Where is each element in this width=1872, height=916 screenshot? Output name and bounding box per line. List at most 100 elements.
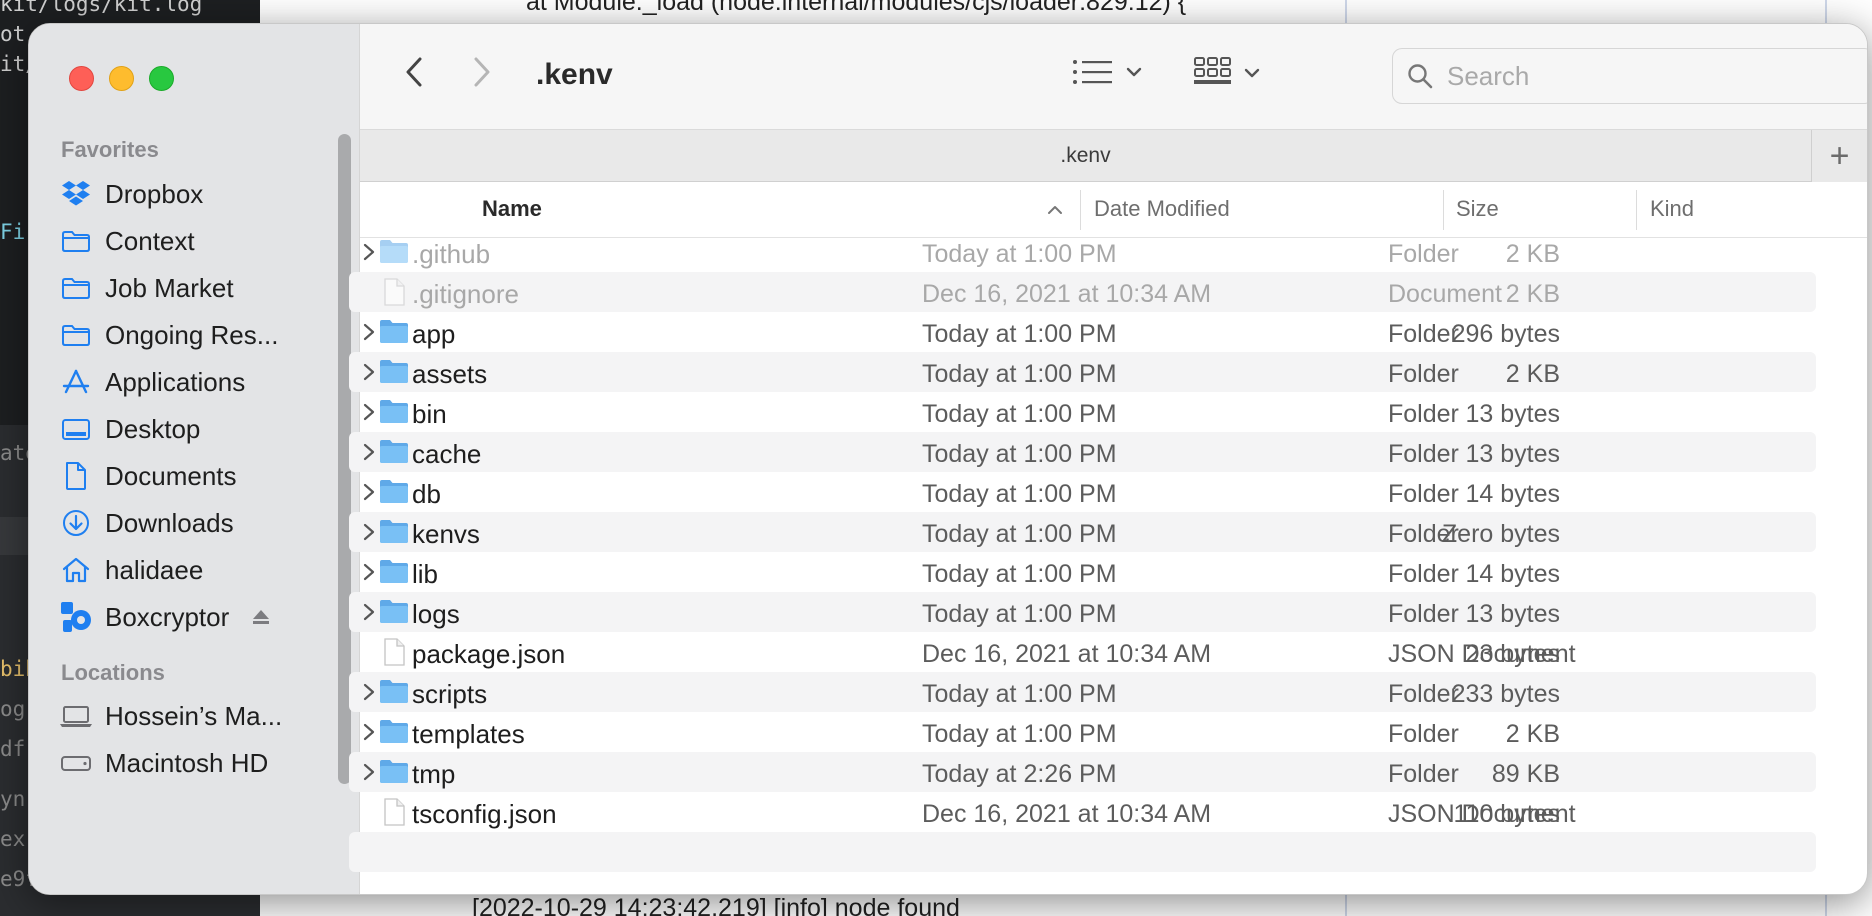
sidebar-item-boxcryptor[interactable]: Boxcryptor xyxy=(59,597,334,637)
eject-icon[interactable] xyxy=(251,608,271,626)
file-kind: Folder xyxy=(1388,680,1459,708)
sidebar-item-label: Job Market xyxy=(105,272,234,303)
file-row[interactable]: .github Today at 1:00 PM 2 KB Folder xyxy=(349,232,1816,272)
laptop-icon xyxy=(59,699,93,733)
file-date-modified: Today at 2:26 PM xyxy=(922,760,1117,788)
sidebar-item-label: Applications xyxy=(105,366,246,397)
file-kind: Folder xyxy=(1388,520,1459,548)
file-row[interactable]: package.json Dec 16, 2021 at 10:34 AM 23 b… xyxy=(349,632,1816,672)
file-row[interactable]: app Today at 1:00 PM 296 bytes Folder xyxy=(349,312,1816,352)
file-row[interactable]: tsconfig.json Dec 16, 2021 at 10:34 AM 110… xyxy=(349,792,1816,832)
column-header-size[interactable]: Size xyxy=(1456,196,1499,222)
disclosure-triangle-icon[interactable] xyxy=(359,522,379,542)
sidebar-item-desktop[interactable]: Desktop xyxy=(59,409,334,449)
sidebar-item-ongoing-research[interactable]: Ongoing Res... xyxy=(59,315,334,355)
terminal-line: df xyxy=(0,737,26,761)
sidebar-item-documents[interactable]: Documents xyxy=(59,456,334,496)
file-date-modified: Today at 1:00 PM xyxy=(922,720,1117,748)
document-icon xyxy=(379,277,409,307)
file-row[interactable]: cache Today at 1:00 PM 13 bytes Folder xyxy=(349,432,1816,472)
zoom-window-button[interactable] xyxy=(149,66,174,91)
sidebar-section-locations: Locations xyxy=(61,660,165,685)
sidebar-item-dropbox[interactable]: Dropbox xyxy=(59,174,334,214)
applications-icon xyxy=(59,365,93,399)
file-row[interactable]: kenvs Today at 1:00 PM Zero bytes Folder xyxy=(349,512,1816,552)
group-view-button[interactable] xyxy=(1194,56,1260,90)
chevron-down-icon xyxy=(1126,67,1142,77)
sidebar-item-label: Ongoing Res... xyxy=(105,319,279,350)
file-kind: Folder xyxy=(1388,360,1459,388)
sidebar-item-home[interactable]: halidaee xyxy=(59,550,334,590)
sidebar-item-macbook[interactable]: Hossein’s Ma... xyxy=(59,696,334,736)
file-name: assets xyxy=(412,359,488,389)
chevron-left-icon xyxy=(406,57,422,87)
new-tab-button[interactable]: + xyxy=(1811,130,1867,182)
column-header-date-modified[interactable]: Date Modified xyxy=(1094,196,1230,222)
disclosure-triangle-icon[interactable] xyxy=(359,602,379,622)
file-row[interactable]: .gitignore Dec 16, 2021 at 10:34 AM 2 KB Do… xyxy=(349,272,1816,312)
terminal-line: kit/logs/kit.log xyxy=(0,0,203,16)
file-row[interactable]: logs Today at 1:00 PM 13 bytes Folder xyxy=(349,592,1816,632)
disclosure-triangle-icon[interactable] xyxy=(359,242,379,262)
search-field[interactable] xyxy=(1392,48,1867,104)
empty-row xyxy=(349,832,1816,872)
file-kind: Document xyxy=(1388,280,1502,308)
file-name: package.json xyxy=(412,639,566,669)
sidebar-item-label: halidaee xyxy=(105,554,204,585)
file-row[interactable]: tmp Today at 2:26 PM 89 KB Folder xyxy=(349,752,1816,792)
column-header-kind[interactable]: Kind xyxy=(1650,196,1694,222)
file-row[interactable]: bin Today at 1:00 PM 13 bytes Folder xyxy=(349,392,1816,432)
file-size: 2 KB xyxy=(1505,240,1560,268)
file-size: 13 bytes xyxy=(1465,400,1560,428)
file-row[interactable]: lib Today at 1:00 PM 14 bytes Folder xyxy=(349,552,1816,592)
file-date-modified: Dec 16, 2021 at 10:34 AM xyxy=(922,640,1212,668)
sidebar-item-job-market[interactable]: Job Market xyxy=(59,268,334,308)
list-view-icon xyxy=(1073,60,1112,84)
file-name: tsconfig.json xyxy=(412,799,557,829)
file-row[interactable]: scripts Today at 1:00 PM 233 bytes Folder xyxy=(349,672,1816,712)
file-row[interactable]: templates Today at 1:00 PM 2 KB Folder xyxy=(349,712,1816,752)
forward-button[interactable] xyxy=(464,52,500,92)
disclosure-triangle-icon[interactable] xyxy=(359,682,379,702)
sidebar-item-label: Desktop xyxy=(105,413,201,444)
tab-kenv[interactable]: .kenv xyxy=(360,144,1811,168)
file-row[interactable]: assets Today at 1:00 PM 2 KB Folder xyxy=(349,352,1816,392)
sidebar-item-label: Context xyxy=(105,225,195,256)
folder-icon xyxy=(379,357,409,387)
disclosure-triangle-icon[interactable] xyxy=(359,722,379,742)
minimize-window-button[interactable] xyxy=(109,66,134,91)
disclosure-triangle-icon[interactable] xyxy=(359,402,379,422)
disclosure-triangle-icon[interactable] xyxy=(359,442,379,462)
disclosure-triangle-icon[interactable] xyxy=(359,562,379,582)
chevron-down-icon xyxy=(1244,68,1260,78)
file-name: .gitignore xyxy=(412,279,519,309)
disclosure-triangle-icon[interactable] xyxy=(359,482,379,502)
editor-line: at Module._load (node:internal/modules/c… xyxy=(526,0,1187,16)
document-icon xyxy=(379,797,409,827)
sidebar-item-context[interactable]: Context xyxy=(59,221,334,261)
column-header-name[interactable]: Name xyxy=(482,196,542,222)
editor-line: [2022-10-29 14:23:42.219] [info] node fo… xyxy=(472,894,960,916)
back-button[interactable] xyxy=(396,52,432,92)
sidebar-item-downloads[interactable]: Downloads xyxy=(59,503,334,543)
disk-icon xyxy=(59,746,93,780)
close-window-button[interactable] xyxy=(69,66,94,91)
sort-ascending-icon[interactable] xyxy=(1046,204,1064,216)
file-date-modified: Today at 1:00 PM xyxy=(922,400,1117,428)
downloads-icon xyxy=(59,506,93,540)
disclosure-triangle-icon[interactable] xyxy=(359,762,379,782)
file-kind: Folder xyxy=(1388,440,1459,468)
sidebar-item-applications[interactable]: Applications xyxy=(59,362,334,402)
file-name: logs xyxy=(412,599,460,629)
disclosure-triangle-icon[interactable] xyxy=(359,362,379,382)
folder-icon xyxy=(379,517,409,547)
search-input[interactable] xyxy=(1447,60,1847,92)
folder-icon xyxy=(379,317,409,347)
list-view-button[interactable] xyxy=(1072,58,1142,86)
chevron-right-icon xyxy=(474,57,490,87)
file-row[interactable]: db Today at 1:00 PM 14 bytes Folder xyxy=(349,472,1816,512)
file-name: scripts xyxy=(412,679,488,709)
sidebar: Favorites Dropbox Context Job Market Ong… xyxy=(29,24,360,894)
sidebar-item-macintosh-hd[interactable]: Macintosh HD xyxy=(59,743,334,783)
disclosure-triangle-icon[interactable] xyxy=(359,322,379,342)
